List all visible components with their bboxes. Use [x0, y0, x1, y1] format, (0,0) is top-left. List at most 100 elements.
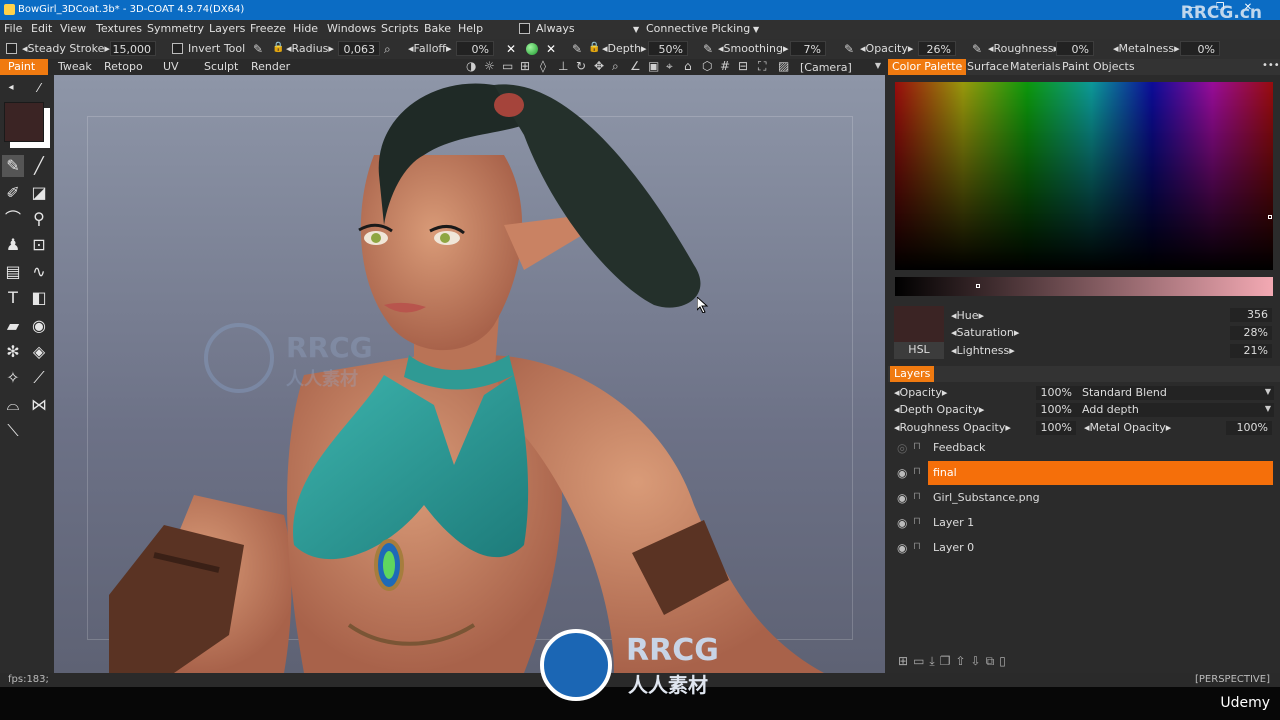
cross-icon[interactable]: ✕ — [506, 42, 516, 56]
steady-stroke-value[interactable]: 15,000 — [110, 41, 156, 56]
butterfly-tool-icon[interactable]: ⋈ — [28, 394, 50, 416]
zoom-icon[interactable]: ⌕ — [612, 59, 619, 74]
menu-symmetry[interactable]: Symmetry — [147, 22, 204, 35]
home-icon[interactable]: ⌂ — [684, 59, 692, 73]
shading-icon[interactable]: ◑ — [466, 59, 476, 73]
visibility-eye-icon[interactable]: ◉ — [897, 516, 907, 530]
visibility-eye-icon[interactable]: ◉ — [897, 541, 907, 555]
picker-tool-icon[interactable]: ⟋ — [28, 367, 50, 389]
depth-pen-icon[interactable]: ✎ — [572, 42, 582, 56]
roughness-pen-icon[interactable]: ✎ — [972, 42, 982, 56]
depth-mode-dropdown[interactable]: Add depth ▼ — [1076, 403, 1274, 417]
tab-objects[interactable]: Objects — [1089, 59, 1139, 75]
menu-textures[interactable]: Textures — [96, 22, 142, 35]
tab-color-palette[interactable]: Color Palette — [888, 59, 967, 75]
menu-view[interactable]: View — [60, 22, 86, 35]
fill-brush-icon[interactable]: ◪ — [28, 182, 50, 204]
tab-uv[interactable]: UV — [155, 59, 187, 75]
duplicate-icon[interactable]: ❐ — [940, 654, 956, 668]
opacity-pen-icon[interactable]: ✎ — [844, 42, 854, 56]
lightness-strip[interactable] — [895, 277, 1273, 296]
brush-tool-icon[interactable]: ✎ — [2, 155, 24, 177]
copy-tool-icon[interactable]: ▤ — [2, 261, 24, 283]
cube-icon[interactable]: ⬡ — [702, 59, 712, 73]
text-tool-icon[interactable]: T — [2, 287, 24, 309]
move-down-icon[interactable]: ⇩ — [971, 654, 986, 668]
line-tool-icon[interactable]: ╱ — [28, 155, 50, 177]
blend-mode-dropdown[interactable]: Standard Blend ▼ — [1076, 386, 1274, 400]
new-layer-icon[interactable]: ⊞ — [898, 654, 913, 668]
tab-materials[interactable]: Materials — [1006, 59, 1064, 75]
image-icon[interactable]: ▨ — [778, 59, 789, 73]
tab-paint[interactable]: Paint — [0, 59, 48, 75]
crop-tool-icon[interactable]: ◧ — [28, 287, 50, 309]
tab-render[interactable]: Render — [243, 59, 298, 75]
steady-stroke-checkbox[interactable] — [6, 43, 17, 54]
visibility-hidden-icon[interactable]: ◎ — [897, 441, 907, 455]
layer-row-final[interactable]: ◉ ⊓ final — [888, 461, 1280, 485]
depth-value[interactable]: 50% — [648, 41, 688, 56]
menu-hide[interactable]: Hide — [293, 22, 318, 35]
tab-paint-objects[interactable]: Paint — [1058, 59, 1093, 75]
menu-bake[interactable]: Bake — [424, 22, 451, 35]
menu-edit[interactable]: Edit — [31, 22, 52, 35]
tab-sculpt[interactable]: Sculpt — [196, 59, 246, 75]
smoothing-pen-icon[interactable]: ✎ — [703, 42, 713, 56]
opacity-value[interactable]: 26% — [918, 41, 956, 56]
depth-opacity-value[interactable]: 100% — [1036, 403, 1076, 417]
picking-dropdown-caret-icon[interactable]: ▼ — [753, 25, 759, 34]
lightness-value[interactable]: 21% — [1230, 344, 1272, 358]
layer-row-layer-0[interactable]: ◉ ⊓ Layer 0 — [888, 536, 1280, 560]
radius-value[interactable]: 0,063 — [338, 41, 380, 56]
angle-icon[interactable]: ∠ — [630, 59, 641, 73]
roughness-opacity-value[interactable]: 100% — [1036, 421, 1076, 435]
hue-value[interactable]: 356 — [1230, 308, 1272, 322]
menu-help[interactable]: Help — [458, 22, 483, 35]
move-icon[interactable]: ✥ — [594, 59, 604, 73]
color-spectrum[interactable] — [895, 82, 1273, 270]
metalness-value[interactable]: 0% — [1180, 41, 1220, 56]
panel-menu-icon[interactable]: ••• — [1258, 59, 1280, 75]
tab-layers[interactable]: Layers — [890, 366, 935, 382]
x-mark-icon[interactable]: ✕ — [546, 42, 556, 56]
invert-tool-checkbox[interactable] — [172, 43, 183, 54]
axis-icon[interactable]: ⊥ — [558, 59, 568, 73]
frame-icon[interactable]: ▭ — [502, 59, 513, 73]
visibility-eye-icon[interactable]: ◉ — [897, 491, 907, 505]
spline-tool-icon[interactable]: ∿ — [28, 261, 50, 283]
always-checkbox[interactable] — [519, 23, 530, 34]
pen-pressure-icon[interactable]: ✎ — [253, 42, 263, 56]
roughness-value[interactable]: 0% — [1056, 41, 1094, 56]
layer-row-feedback[interactable]: ◎ ⊓ Feedback — [888, 436, 1280, 460]
menu-layers[interactable]: Layers — [209, 22, 245, 35]
lock-icon[interactable]: ⊓ — [913, 516, 921, 527]
primary-color-swatch[interactable] — [4, 102, 44, 142]
spray-tool-icon[interactable]: ⚲ — [28, 208, 50, 230]
smudge-tool-icon[interactable]: ✐ — [2, 182, 24, 204]
always-dropdown-caret-icon[interactable]: ▼ — [633, 25, 639, 34]
curve-tool-icon[interactable]: ⌒ — [2, 208, 24, 230]
grid-icon[interactable]: ⊞ — [520, 59, 530, 73]
saturation-value[interactable]: 28% — [1230, 326, 1272, 340]
character-model[interactable] — [54, 75, 885, 673]
bucket-tool-icon[interactable]: ◈ — [28, 341, 50, 363]
lock-icon[interactable]: ⊓ — [913, 466, 921, 477]
menu-windows[interactable]: Windows — [327, 22, 376, 35]
menu-scripts[interactable]: Scripts — [381, 22, 419, 35]
eyedropper-icon[interactable]: ⁄ — [28, 77, 50, 99]
new-folder-icon[interactable]: ▭ — [913, 654, 929, 668]
magic-wand-icon[interactable]: ✧ — [2, 367, 24, 389]
eraser-tool-icon[interactable]: ▰ — [2, 315, 24, 337]
layer-row-layer-1[interactable]: ◉ ⊓ Layer 1 — [888, 511, 1280, 535]
stamp-tool-icon[interactable]: ♟ — [2, 234, 24, 256]
menu-file[interactable]: File — [4, 22, 22, 35]
visibility-eye-icon[interactable]: ◉ — [897, 466, 907, 480]
layer-opacity-value[interactable]: 100% — [1036, 386, 1076, 400]
connective-picking-label[interactable]: Connective Picking — [646, 22, 750, 35]
falloff-icon[interactable]: ⌕ — [384, 42, 391, 57]
iron-tool-icon[interactable]: ⌓ — [2, 394, 24, 416]
light-icon[interactable]: ☼ — [484, 59, 495, 73]
lock-icon[interactable]: ⊓ — [913, 541, 921, 552]
3d-viewport[interactable]: RRCG 人人素材 — [54, 75, 885, 673]
layout-icon[interactable]: ⊟ — [738, 59, 748, 73]
